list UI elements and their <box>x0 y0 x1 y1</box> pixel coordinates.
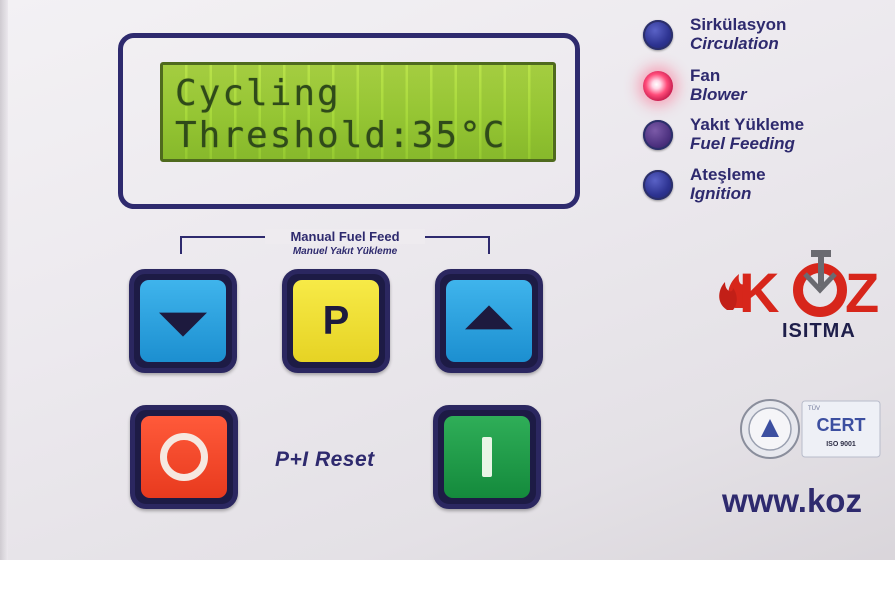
indicator-circulation: Sirkülasyon Circulation <box>690 15 786 53</box>
program-button-face: P <box>293 280 379 362</box>
on-button[interactable] <box>433 405 541 509</box>
svg-text:TÜV: TÜV <box>808 405 820 412</box>
up-button[interactable] <box>435 269 543 373</box>
indicator-ignition: Ateşleme Ignition <box>690 165 766 203</box>
up-button-face <box>446 280 532 362</box>
circle-off-icon <box>160 433 208 481</box>
indicator-blower: Fan Blower <box>690 66 747 104</box>
panel-edge-shadow <box>0 0 8 589</box>
lcd-display: Cycling Threshold:35°C <box>160 62 556 162</box>
on-button-face <box>444 416 530 498</box>
control-panel: Cycling Threshold:35°C Sirkülasyon Circu… <box>0 0 895 589</box>
circulation-led-icon <box>643 20 673 50</box>
down-button-face <box>140 280 226 362</box>
down-button[interactable] <box>129 269 237 373</box>
svg-text:K: K <box>739 261 779 324</box>
indicator-label-tr: Fan <box>690 66 721 85</box>
svg-text:Z: Z <box>845 261 879 324</box>
cert-label: CERT <box>817 415 866 435</box>
bar-on-icon <box>482 437 492 477</box>
cert-standard: ISO 9001 <box>826 441 856 448</box>
off-button[interactable] <box>130 405 238 509</box>
indicator-label-tr: Ateşleme <box>690 165 766 184</box>
manual-feed-subtitle: Manuel Yakıt Yükleme <box>292 246 398 257</box>
indicator-fuel-feeding: Yakıt Yükleme Fuel Feeding <box>690 115 804 153</box>
manual-feed-title: Manual Fuel Feed <box>265 229 425 244</box>
lcd-line-1: Cycling <box>175 73 341 114</box>
indicator-label-tr: Yakıt Yükleme <box>690 115 805 134</box>
indicator-label-tr: Sirkülasyon <box>690 15 787 34</box>
blower-led-icon <box>643 71 673 101</box>
lcd-line-2: Threshold:35°C <box>175 115 507 156</box>
program-button-label: P <box>322 298 350 343</box>
program-button[interactable]: P <box>282 269 390 373</box>
cert-badge: TÜV CERT ISO 9001 <box>740 399 881 459</box>
reset-hint: P+I Reset <box>275 448 375 471</box>
indicator-label-en: Ignition <box>690 184 752 203</box>
brand-subtitle: ISITMA <box>782 320 856 342</box>
website-url: www.koz <box>722 482 862 519</box>
photo-bottom-margin <box>0 560 895 589</box>
indicator-label-en: Blower <box>690 85 747 104</box>
indicator-label-en: Circulation <box>690 34 779 53</box>
indicator-label-en: Fuel Feeding <box>690 134 795 153</box>
ignition-led-icon <box>643 170 673 200</box>
triangle-down-icon <box>159 312 207 337</box>
fuel-feeding-led-icon <box>643 120 673 150</box>
off-button-face <box>141 416 227 498</box>
triangle-up-icon <box>465 305 513 330</box>
